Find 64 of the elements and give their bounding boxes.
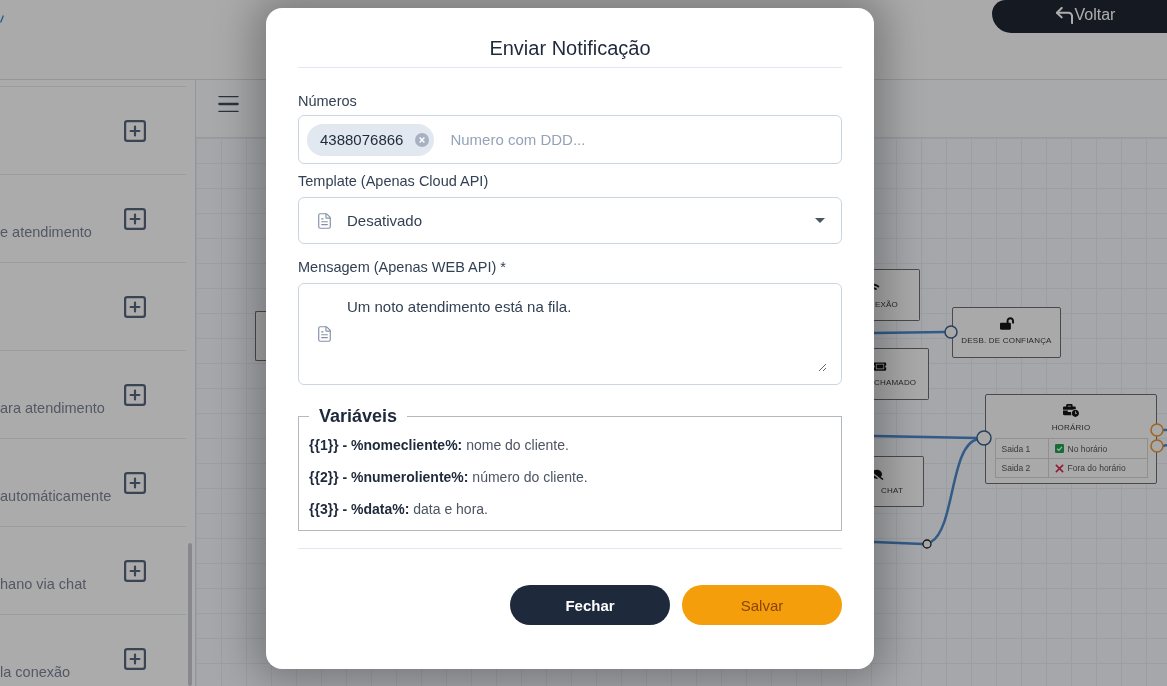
connector-line bbox=[873, 540, 924, 546]
section-title: Variáveis bbox=[318, 405, 399, 427]
cross-icon bbox=[1054, 463, 1064, 473]
message-field[interactable]: Um noto atendimento está na fila. bbox=[298, 283, 842, 385]
item-description: la conexão bbox=[0, 663, 72, 681]
back-button[interactable]: Voltar bbox=[992, 0, 1167, 33]
output-name: Saida 1 bbox=[1001, 443, 1031, 454]
plus-square-icon[interactable] bbox=[124, 119, 146, 142]
plus-square-icon[interactable] bbox=[124, 559, 146, 582]
scrollbar[interactable] bbox=[188, 543, 192, 686]
node-label: DESB. DE CONFIANÇA bbox=[961, 336, 1052, 346]
flow-node[interactable] bbox=[255, 311, 266, 361]
variable-description: {{1}} - %nomecliente%: nome do cliente. bbox=[309, 436, 569, 455]
dialog-title: Enviar Notificação bbox=[489, 36, 651, 60]
briefcase-clock-icon bbox=[1063, 404, 1079, 417]
node-label: EXÃO bbox=[875, 300, 899, 310]
check-square-icon bbox=[1054, 444, 1064, 453]
connection-handle[interactable] bbox=[1150, 439, 1164, 453]
item-description: automáticamente bbox=[0, 487, 113, 505]
connection-handle[interactable] bbox=[944, 325, 958, 339]
output-condition: No horário bbox=[1067, 443, 1108, 454]
connector-line bbox=[874, 330, 945, 335]
flow-node[interactable]: CHAMADO bbox=[874, 348, 929, 400]
phone-input-field[interactable]: 4388076866 Numero com DDD... bbox=[298, 115, 842, 164]
node-label: HORÁRIO bbox=[1051, 423, 1091, 433]
flow-node[interactable]: CHAT bbox=[874, 456, 924, 507]
node-label: CHAT bbox=[881, 486, 903, 496]
flow-node[interactable]: HORÁRIO Saida 1 No horário Saida 2 Fora do horário bbox=[985, 394, 1157, 484]
output-condition: Fora do horário bbox=[1067, 463, 1126, 473]
connector-line bbox=[1162, 443, 1167, 448]
flow-node[interactable]: DESB. DE CONFIANÇA bbox=[952, 307, 1061, 358]
template-select[interactable]: Desativado bbox=[298, 197, 842, 244]
ticket-icon bbox=[874, 361, 888, 372]
plus-square-icon[interactable] bbox=[124, 207, 146, 230]
variable-description: {{3}} - %data%: data e hora. bbox=[309, 500, 488, 519]
field-label: Números bbox=[298, 92, 357, 110]
plus-square-icon[interactable] bbox=[124, 647, 146, 670]
field-label: Mensagem (Apenas WEB API) * bbox=[298, 258, 506, 276]
item-description: hano via chat bbox=[0, 575, 88, 593]
caret-icon bbox=[815, 218, 825, 223]
plus-square-icon[interactable] bbox=[124, 295, 146, 318]
lock-open-icon bbox=[999, 317, 1014, 330]
plus-square-icon[interactable] bbox=[124, 471, 146, 494]
document-icon bbox=[318, 326, 331, 342]
item-description: ara atendimento bbox=[0, 399, 106, 417]
plus-square-icon[interactable] bbox=[124, 383, 146, 406]
document-icon bbox=[318, 212, 331, 229]
chat-off-icon bbox=[874, 469, 884, 480]
output-name: Saida 2 bbox=[1001, 463, 1031, 473]
close-button[interactable]: Fechar bbox=[510, 585, 670, 625]
slash-icon bbox=[0, 15, 4, 23]
connection-handle[interactable] bbox=[922, 539, 932, 549]
item-description: e atendimento bbox=[0, 223, 93, 241]
number-tag[interactable]: 4388076866 bbox=[307, 123, 435, 156]
connector-line bbox=[1163, 428, 1167, 432]
flow-node[interactable]: EXÃO bbox=[874, 269, 920, 321]
connection-handle[interactable] bbox=[1150, 423, 1164, 437]
menu-icon[interactable] bbox=[218, 96, 239, 112]
node-label: CHAMADO bbox=[874, 378, 917, 388]
back-arrow-icon bbox=[1055, 6, 1073, 24]
variable-description: {{2}} - %numeroliente%: número do cliente. bbox=[309, 468, 588, 487]
connection-handle[interactable] bbox=[976, 430, 992, 446]
tag-text: 4388076866 bbox=[320, 131, 404, 148]
field-label: Template (Apenas Cloud API) bbox=[298, 172, 489, 190]
